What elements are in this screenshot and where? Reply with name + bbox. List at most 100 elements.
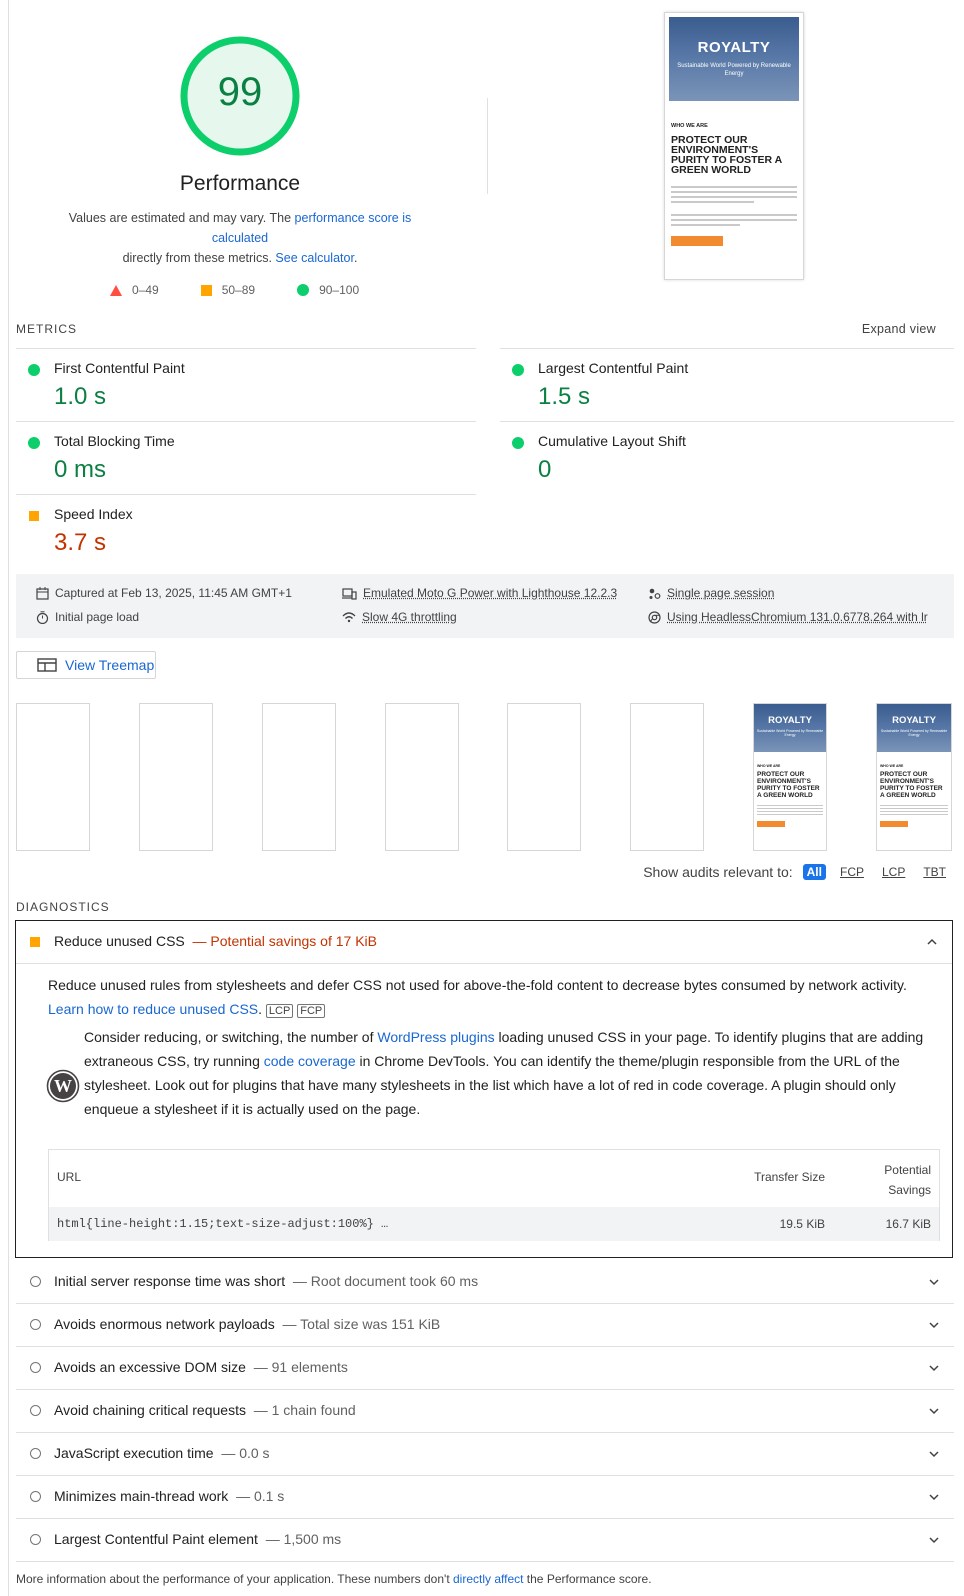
audit-title-text: Minimizes main-thread work xyxy=(54,1488,229,1504)
table-row: html{line-height:1.15;text-size-adjust:1… xyxy=(49,1207,939,1241)
circle-icon xyxy=(297,284,310,296)
env-device-text[interactable]: Emulated Moto G Power with Lighthouse 12… xyxy=(363,586,617,600)
filter-chip-all[interactable]: All xyxy=(802,864,826,880)
chevron-down-icon[interactable] xyxy=(928,1319,940,1331)
desc-text-2: directly from these metrics. xyxy=(122,251,276,265)
chevron-up-icon[interactable] xyxy=(926,936,938,948)
footer-text: More information about the performance o… xyxy=(16,1572,453,1586)
chevron-down-icon[interactable] xyxy=(928,1448,940,1460)
metric-value: 1.5 s xyxy=(538,383,591,410)
chevron-down-icon[interactable] xyxy=(928,1491,940,1503)
svg-text:W: W xyxy=(54,1076,72,1096)
calendar-icon xyxy=(36,586,49,600)
final-screenshot[interactable]: ROYALTY Sustainable World Powered by Ren… xyxy=(664,12,804,280)
metric-name: Speed Index xyxy=(54,506,133,522)
metric-speed-index: Speed Index 3.7 s xyxy=(16,494,476,567)
chevron-down-icon[interactable] xyxy=(928,1276,940,1288)
env-browser: Using HeadlessChromium 131.0.6778.264 wi… xyxy=(648,610,928,624)
audit-display-value: — 1,500 ms xyxy=(265,1531,342,1547)
gauge-title: Performance xyxy=(179,172,301,195)
row-url[interactable]: html{line-height:1.15;text-size-adjust:1… xyxy=(57,1217,388,1231)
tag-lcp: LCP xyxy=(265,1004,294,1018)
chevron-down-icon[interactable] xyxy=(928,1534,940,1546)
filmstrip-frame-3 xyxy=(262,703,336,851)
treemap-icon xyxy=(37,658,57,672)
frame-subtitle: Sustainable World Powered by Renewable E… xyxy=(756,729,824,737)
informative-circle-icon xyxy=(30,1534,41,1545)
metric-name: Cumulative Layout Shift xyxy=(538,433,686,449)
legend-average-label: 50–89 xyxy=(221,283,256,297)
chevron-down-icon[interactable] xyxy=(928,1362,940,1374)
audit-filter: Show audits relevant to: All FCP LCP TBT xyxy=(643,864,950,880)
screenshot-title: ROYALTY xyxy=(697,39,771,56)
frame-cta xyxy=(880,821,908,827)
audit-network-payloads[interactable]: Avoids enormous network payloads — Total… xyxy=(16,1304,954,1347)
env-throttle-text[interactable]: Slow 4G throttling xyxy=(362,610,457,624)
runtime-settings: Captured at Feb 13, 2025, 11:45 AM GMT+1… xyxy=(16,574,954,638)
view-treemap-button[interactable]: View Treemap xyxy=(16,651,156,679)
square-icon xyxy=(200,284,212,296)
audit-js-execution[interactable]: JavaScript execution time — 0.0 s xyxy=(16,1433,954,1476)
audit-title-text: Initial server response time was short xyxy=(54,1273,286,1289)
timer-icon xyxy=(36,610,49,624)
left-border xyxy=(8,0,9,1596)
filmstrip-frame-5 xyxy=(507,703,581,851)
filter-chip-tbt[interactable]: TBT xyxy=(919,864,950,880)
screenshot-heading: PROTECT OUR ENVIRONMENT'S PURITY TO FOST… xyxy=(671,134,782,176)
informative-circle-icon xyxy=(30,1448,41,1459)
env-captured-text: Captured at Feb 13, 2025, 11:45 AM GMT+1 xyxy=(55,586,292,600)
audit-main-thread[interactable]: Minimizes main-thread work — 0.1 s xyxy=(16,1476,954,1519)
filter-chip-lcp[interactable]: LCP xyxy=(878,864,909,880)
pass-dot-icon xyxy=(512,364,524,376)
audit-server-response[interactable]: Initial server response time was short —… xyxy=(16,1261,954,1304)
wifi-icon xyxy=(342,612,356,623)
audit-display-value: — 91 elements xyxy=(253,1359,348,1375)
audit-display-value: — 1 chain found xyxy=(253,1402,356,1418)
see-calculator-link[interactable]: See calculator xyxy=(275,251,354,265)
filter-label: Show audits relevant to: xyxy=(643,864,793,880)
score-legend: 0–49 50–89 90–100 xyxy=(110,283,359,297)
env-captured: Captured at Feb 13, 2025, 11:45 AM GMT+1 xyxy=(36,586,292,600)
audit-details-table: URL Transfer Size Potential Savings html{… xyxy=(48,1149,940,1241)
informative-circle-icon xyxy=(30,1362,41,1373)
footer-note: More information about the performance o… xyxy=(16,1572,652,1586)
learn-more-link[interactable]: Learn how to reduce unused CSS xyxy=(48,1001,258,1017)
divider xyxy=(487,98,488,194)
audit-unused-css-header[interactable]: Reduce unused CSS — Potential savings of… xyxy=(16,921,952,964)
frame-eyebrow: WHO WE ARE xyxy=(757,764,781,768)
env-session-text[interactable]: Single page session xyxy=(667,586,774,600)
audit-lcp-element[interactable]: Largest Contentful Paint element — 1,500… xyxy=(16,1519,954,1562)
metric-value: 0 xyxy=(538,456,552,483)
desc-text: Values are estimated and may vary. The xyxy=(68,211,295,225)
col-url: URL xyxy=(57,1170,82,1184)
tag-fcp: FCP xyxy=(297,1004,326,1018)
audit-title: Reduce unused CSS — Potential savings of… xyxy=(54,933,377,949)
directly-affect-link[interactable]: directly affect xyxy=(453,1572,523,1586)
metric-value: 0 ms xyxy=(54,456,107,483)
audit-display-value: — 0.1 s xyxy=(236,1488,285,1504)
env-initial-text: Initial page load xyxy=(55,610,140,624)
performance-score: 99 xyxy=(217,70,263,114)
filter-chip-fcp[interactable]: FCP xyxy=(836,864,868,880)
informative-circle-icon xyxy=(30,1319,41,1330)
env-throttle: Slow 4G throttling xyxy=(342,610,457,624)
legend-average: 50–89 xyxy=(200,283,256,297)
legend-pass: 90–100 xyxy=(297,283,359,297)
audit-critical-requests[interactable]: Avoid chaining critical requests — 1 cha… xyxy=(16,1390,954,1433)
env-browser-text[interactable]: Using HeadlessChromium 131.0.6778.264 wi… xyxy=(667,610,928,624)
env-initial: Initial page load xyxy=(36,610,139,624)
legend-fail: 0–49 xyxy=(110,283,159,297)
frame-subtitle: Sustainable World Powered by Renewable E… xyxy=(880,729,948,737)
expand-view-toggle[interactable]: Expand view xyxy=(862,322,936,336)
metric-value: 1.0 s xyxy=(54,383,107,410)
wordpress-plugins-link[interactable]: WordPress plugins xyxy=(377,1029,494,1045)
audit-display-value: — 0.0 s xyxy=(221,1445,270,1461)
informative-circle-icon xyxy=(30,1276,41,1287)
code-coverage-link[interactable]: code coverage xyxy=(264,1053,356,1069)
audit-dom-size[interactable]: Avoids an excessive DOM size — 91 elemen… xyxy=(16,1347,954,1390)
chevron-down-icon[interactable] xyxy=(928,1405,940,1417)
metric-name: First Contentful Paint xyxy=(54,360,185,376)
session-icon xyxy=(649,588,661,599)
col-transfer-size: Transfer Size xyxy=(754,1170,825,1184)
audit-description: Reduce unused rules from stylesheets and… xyxy=(48,977,907,1018)
